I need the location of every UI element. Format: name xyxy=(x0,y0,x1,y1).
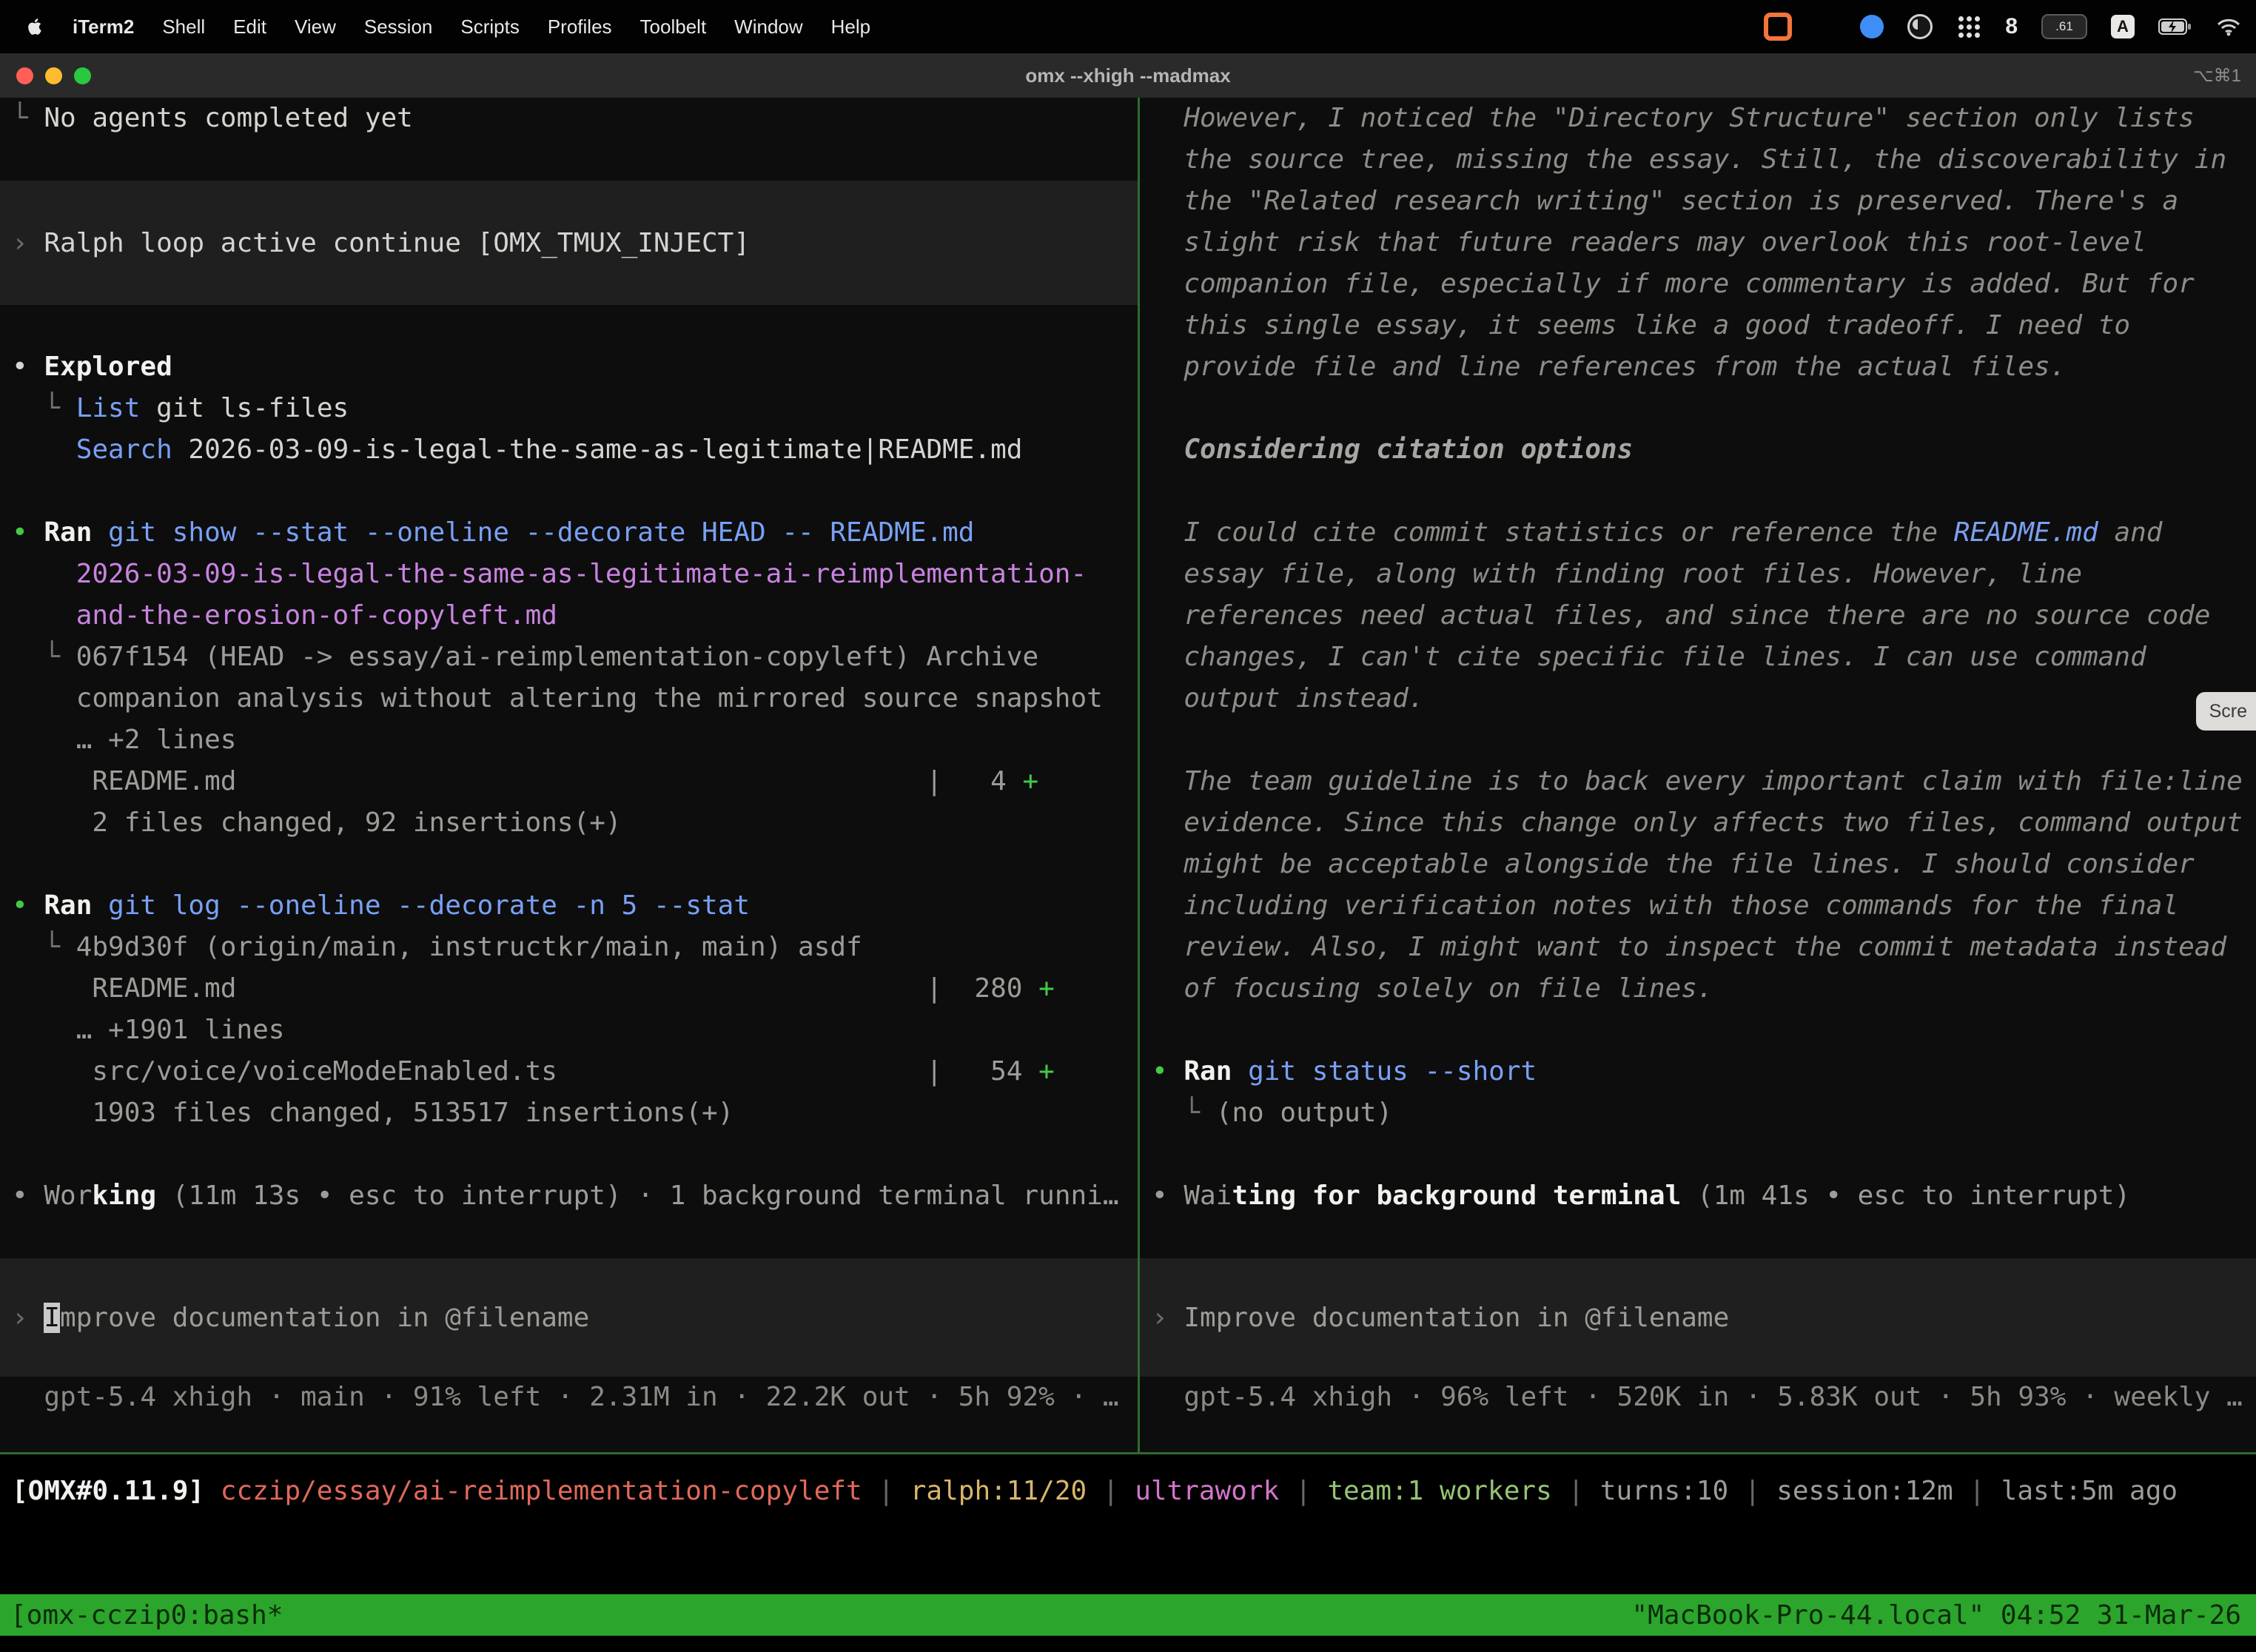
terminal-line: • Explored xyxy=(0,346,1138,388)
terminal-line: └ (no output) xyxy=(1140,1092,2256,1134)
terminal-line: evidence. Since this change only affects… xyxy=(1140,802,2256,844)
menu-item-scripts[interactable]: Scripts xyxy=(460,16,519,38)
terminal-line xyxy=(0,139,1138,181)
terminal-line: Search 2026-03-09-is-legal-the-same-as-l… xyxy=(0,429,1138,471)
prompt-input[interactable]: › Improve documentation in @filename xyxy=(0,1258,1138,1377)
omx-status-bar: [OMX#0.11.9] cczip/essay/ai-reimplementa… xyxy=(0,1454,2256,1528)
menu-item-window[interactable]: Window xyxy=(734,16,802,38)
terminal-line xyxy=(1140,388,2256,429)
window-title: omx --xhigh --madmax xyxy=(0,64,2256,87)
screen-chip[interactable]: Scre xyxy=(2196,692,2256,731)
badge-61-icon[interactable]: .61 xyxy=(2041,14,2087,39)
menu-app-name[interactable]: iTerm2 xyxy=(73,16,134,38)
tmux-session-label: [omx-cczip0:bash* xyxy=(10,1600,283,1631)
wifi-icon[interactable] xyxy=(2216,17,2241,36)
terminal-line xyxy=(1140,1010,2256,1051)
terminal-line xyxy=(0,305,1138,346)
terminal-line: review. Also, I might want to inspect th… xyxy=(1140,927,2256,968)
terminal-line: • Waiting for background terminal (1m 41… xyxy=(1140,1175,2256,1217)
menu-item-edit[interactable]: Edit xyxy=(233,16,266,38)
terminal-line xyxy=(1140,1134,2256,1175)
terminal-line: • Working (11m 13s • esc to interrupt) ·… xyxy=(0,1175,1138,1217)
terminal-line: the "Related research writing" section i… xyxy=(1140,181,2256,222)
terminal-line: companion file, especially if more comme… xyxy=(1140,263,2256,305)
terminal-line: provide file and line references from th… xyxy=(1140,346,2256,388)
terminal-line xyxy=(1140,719,2256,761)
terminal-line: changes, I can't cite specific file line… xyxy=(1140,637,2256,678)
omx-status-line: [OMX#0.11.9] cczip/essay/ai-reimplementa… xyxy=(0,1471,2178,1512)
battery-icon[interactable] xyxy=(2158,17,2192,36)
terminal-line xyxy=(1140,471,2256,512)
macos-menu-bar: iTerm2 Shell Edit View Session Scripts P… xyxy=(0,0,2256,53)
terminal-line: • Ran git status --short xyxy=(1140,1051,2256,1092)
menu-item-session[interactable]: Session xyxy=(364,16,433,38)
terminal-line: output instead. xyxy=(1140,678,2256,719)
terminal-line xyxy=(0,844,1138,885)
number-8-icon[interactable]: 8 xyxy=(2005,14,2018,39)
terminal-line: 2 files changed, 92 insertions(+) xyxy=(0,802,1138,844)
terminal-line: … +1901 lines xyxy=(0,1010,1138,1051)
terminal-line: gpt-5.4 xhigh · main · 91% left · 2.31M … xyxy=(0,1377,1138,1418)
terminal-line: └ List git ls-files xyxy=(0,388,1138,429)
terminal-area: └ No agents completed yet › Ralph loop ac… xyxy=(0,98,2256,1452)
ralph-loop-banner: › Ralph loop active continue [OMX_TMUX_I… xyxy=(0,181,1138,305)
menu-item-view[interactable]: View xyxy=(295,16,336,38)
dots-grid-icon[interactable] xyxy=(1956,14,1981,39)
menu-item-shell[interactable]: Shell xyxy=(162,16,205,38)
terminal-line xyxy=(0,1134,1138,1175)
terminal-line: └ No agents completed yet xyxy=(0,98,1138,139)
terminal-line xyxy=(0,471,1138,512)
terminal-line xyxy=(1140,1217,2256,1258)
tmux-status-bar: [omx-cczip0:bash* "MacBook-Pro-44.local"… xyxy=(0,1594,2256,1636)
tmux-host-clock-label: "MacBook-Pro-44.local" 04:52 31-Mar-26 xyxy=(1631,1600,2241,1631)
terminal-line: 1903 files changed, 513517 insertions(+) xyxy=(0,1092,1138,1134)
terminal-line: The team guideline is to back every impo… xyxy=(1140,761,2256,802)
terminal-line: references need actual files, and since … xyxy=(1140,595,2256,637)
terminal-line: └ 4b9d30f (origin/main, instructkr/main,… xyxy=(0,927,1138,968)
terminal-line xyxy=(0,1217,1138,1258)
terminal-line: of focusing solely on file lines. xyxy=(1140,968,2256,1010)
terminal-line: … +2 lines xyxy=(0,719,1138,761)
dark-circle-icon[interactable] xyxy=(1907,14,1933,39)
terminal-line: essay file, along with finding root file… xyxy=(1140,554,2256,595)
traffic-lights xyxy=(0,67,91,84)
tmux-pane-left[interactable]: └ No agents completed yet › Ralph loop ac… xyxy=(0,98,1138,1452)
terminal-line: might be acceptable alongside the file l… xyxy=(1140,844,2256,885)
terminal-line: 2026-03-09-is-legal-the-same-as-legitima… xyxy=(0,554,1138,595)
blue-app-icon[interactable] xyxy=(1860,15,1884,38)
tmux-pane-right[interactable]: However, I noticed the "Directory Struct… xyxy=(1140,98,2256,1452)
terminal-line: this single essay, it seems like a good … xyxy=(1140,305,2256,346)
terminal-line: • Ran git log --oneline --decorate -n 5 … xyxy=(0,885,1138,927)
terminal-line: I could cite commit statistics or refere… xyxy=(1140,512,2256,554)
app-grid-icon[interactable] xyxy=(1816,16,1836,37)
menu-item-help[interactable]: Help xyxy=(831,16,870,38)
terminal-line: companion analysis without altering the … xyxy=(0,678,1138,719)
window-shortcut-badge: ⌥⌘1 xyxy=(2193,65,2256,87)
terminal-line: Considering citation options xyxy=(1140,429,2256,471)
terminal-line: slight risk that future readers may over… xyxy=(1140,222,2256,263)
terminal-line: gpt-5.4 xhigh · 96% left · 520K in · 5.8… xyxy=(1140,1377,2256,1418)
terminal-line: • Ran git show --stat --oneline --decora… xyxy=(0,512,1138,554)
minimize-button[interactable] xyxy=(45,67,62,84)
close-button[interactable] xyxy=(16,67,33,84)
menu-item-profiles[interactable]: Profiles xyxy=(548,16,612,38)
prompt-input[interactable]: › Improve documentation in @filename xyxy=(1140,1258,2256,1377)
zoom-button[interactable] xyxy=(74,67,91,84)
apple-menu-icon[interactable] xyxy=(25,17,44,36)
screen-recording-indicator-icon[interactable] xyxy=(1764,13,1792,41)
terminal-line: including verification notes with those … xyxy=(1140,885,2256,927)
terminal-line: README.md | 4 + xyxy=(0,761,1138,802)
window-title-bar: omx --xhigh --madmax ⌥⌘1 xyxy=(0,53,2256,98)
menu-item-toolbelt[interactable]: Toolbelt xyxy=(640,16,707,38)
terminal-line: └ 067f154 (HEAD -> essay/ai-reimplementa… xyxy=(0,637,1138,678)
terminal-line: However, I noticed the "Directory Struct… xyxy=(1140,98,2256,139)
terminal-line: and-the-erosion-of-copyleft.md xyxy=(0,595,1138,637)
terminal-line: src/voice/voiceModeEnabled.ts | 54 + xyxy=(0,1051,1138,1092)
terminal-line: README.md | 280 + xyxy=(0,968,1138,1010)
input-source-icon[interactable]: A xyxy=(2111,15,2135,38)
terminal-line: the source tree, missing the essay. Stil… xyxy=(1140,139,2256,181)
